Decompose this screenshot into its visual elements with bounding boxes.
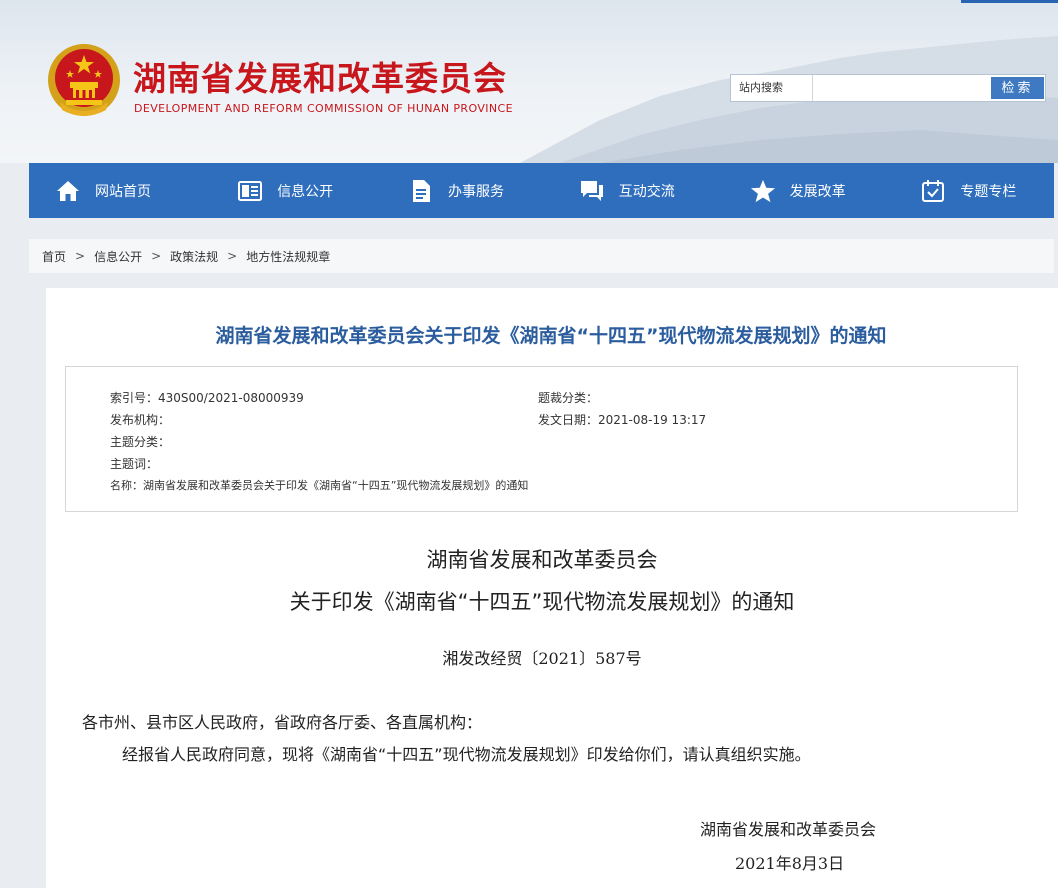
signature-date: 2021年8月3日: [735, 854, 845, 873]
breadcrumb-separator: >: [151, 249, 162, 263]
document-metadata: 索引号：430S00/2021-08000939 题裁分类： 发布机构： 发文日…: [65, 366, 1018, 512]
meta-name: 名称：湖南省发展和改革委员会关于印发《湖南省“十四五”现代物流发展规划》的通知: [110, 479, 529, 492]
body-title-line-2: 关于印发《湖南省“十四五”现代物流发展规划》的通知: [289, 590, 795, 614]
nav-item-development-reform[interactable]: 发展改革: [712, 163, 883, 218]
nav-label: 互动交流: [618, 183, 675, 200]
national-emblem-icon: [48, 44, 120, 116]
article-content: 湖南省发展和改革委员会关于印发《湖南省“十四五”现代物流发展规划》的通知 索引号…: [46, 288, 1058, 888]
meta-publisher: 发布机构：: [110, 413, 171, 427]
calendar-check-icon: [920, 178, 946, 204]
document-list-icon: [237, 178, 263, 204]
breadcrumb-home[interactable]: 首页: [42, 248, 66, 265]
body-title-line-1: 湖南省发展和改革委员会: [426, 548, 658, 572]
chat-icon: [579, 178, 605, 204]
star-icon: [750, 178, 776, 204]
breadcrumb-info-disclosure[interactable]: 信息公开: [94, 248, 142, 265]
nav-label: 网站首页: [95, 183, 151, 200]
article-title: 湖南省发展和改革委员会关于印发《湖南省“十四五”现代物流发展规划》的通知: [215, 325, 887, 347]
breadcrumb: 首页 > 信息公开 > 政策法规 > 地方性法规规章: [29, 239, 1054, 273]
nav-label: 办事服务: [447, 183, 504, 200]
body-paragraph: 经报省人民政府同意，现将《湖南省“十四五”现代物流发展规划》印发给你们，请认真组…: [122, 745, 811, 764]
site-subtitle: DEVELOPMENT AND REFORM COMMISSION OF HUN…: [134, 102, 513, 115]
nav-item-interaction[interactable]: 互动交流: [541, 163, 712, 218]
nav-item-services[interactable]: 办事服务: [371, 163, 542, 218]
nav-label: 发展改革: [789, 183, 846, 200]
home-icon: [55, 178, 81, 204]
search-input[interactable]: [812, 75, 990, 101]
site-header: 湖南省发展和改革委员会 DEVELOPMENT AND REFORM COMMI…: [0, 0, 1058, 163]
site-title: 湖南省发展和改革委员会: [133, 59, 507, 98]
salutation: 各市州、县市区人民政府，省政府各厅委、各直属机构：: [82, 713, 483, 732]
meta-topic: 主题分类：: [110, 435, 171, 449]
nav-label: 信息公开: [277, 183, 334, 200]
search-label: 站内搜索: [739, 81, 783, 94]
nav-label: 专题专栏: [960, 183, 1017, 200]
breadcrumb-separator: >: [75, 249, 86, 263]
nav-item-home[interactable]: 网站首页: [29, 163, 200, 218]
breadcrumb-separator: >: [227, 249, 238, 263]
meta-category: 题裁分类：: [538, 391, 599, 405]
main-nav: 网站首页 信息公开 办事服务 互动交流 发展改革 专题专栏: [29, 163, 1054, 218]
nav-item-info-disclosure[interactable]: 信息公开: [200, 163, 371, 218]
document-number: 湘发改经贸〔2021〕587号: [442, 649, 642, 668]
meta-keywords: 主题词：: [110, 457, 159, 471]
search-button[interactable]: 检索: [991, 77, 1044, 99]
breadcrumb-local-regulations[interactable]: 地方性法规规章: [246, 248, 330, 265]
meta-index-no: 索引号：430S00/2021-08000939: [110, 391, 304, 405]
breadcrumb-policies[interactable]: 政策法规: [170, 248, 218, 265]
site-search: 站内搜索 检索: [730, 74, 1046, 102]
nav-item-special-topics[interactable]: 专题专栏: [883, 163, 1054, 218]
signature-org: 湖南省发展和改革委员会: [700, 820, 877, 839]
file-icon: [408, 178, 434, 204]
meta-date: 发文日期：2021-08-19 13:17: [538, 413, 707, 427]
